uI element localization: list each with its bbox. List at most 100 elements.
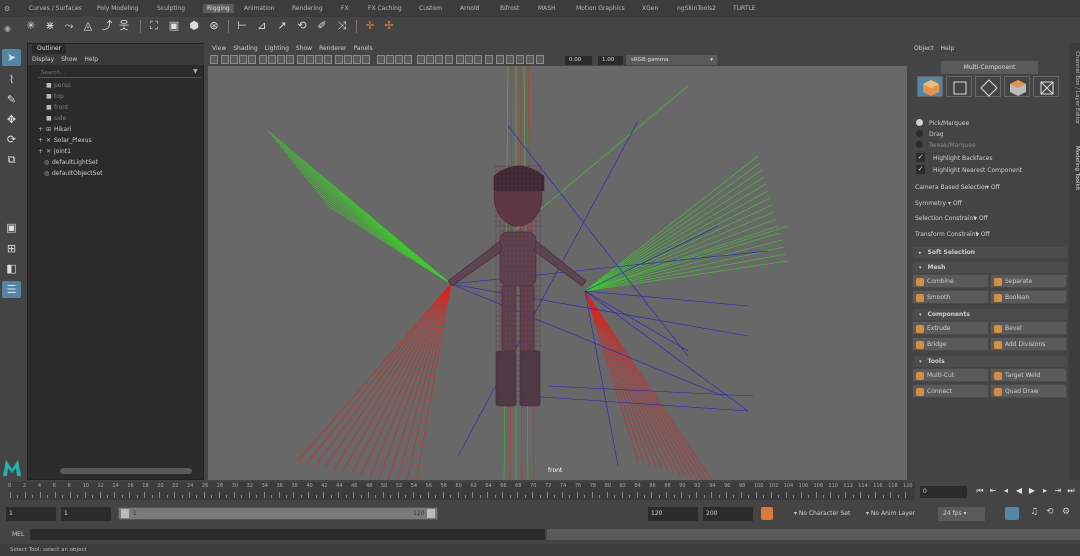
- viewport-toggle-icon[interactable]: [259, 55, 267, 64]
- time-slider[interactable]: 0 2 4 6 8 10 12 14 16 18 20 22 24 26 28 30 32 34 36 38 40 42 4…: [8, 482, 915, 500]
- viewport-menu-shading[interactable]: Shading: [233, 45, 257, 52]
- smooth-button[interactable]: Smooth: [912, 290, 989, 304]
- shelf-tab[interactable]: Sculpting: [157, 5, 185, 12]
- lasso-tool-icon[interactable]: ⌇: [2, 71, 21, 88]
- highlight-nearest-checkbox[interactable]: ✓: [916, 165, 925, 174]
- character-set-dropdown[interactable]: ▾ No Character Set: [789, 507, 855, 521]
- viewport-toggle-icon[interactable]: [516, 55, 524, 64]
- playback-end-field[interactable]: 120: [648, 507, 698, 521]
- viewport-toggle-icon[interactable]: [474, 55, 482, 64]
- outliner-menu-help[interactable]: Help: [84, 56, 98, 63]
- outliner-item[interactable]: ■ side: [46, 114, 66, 124]
- viewport-menu-lighting[interactable]: Lighting: [265, 45, 289, 52]
- sound-icon[interactable]: ♫: [1030, 507, 1038, 517]
- parent-constraint-icon[interactable]: ✐: [314, 18, 330, 34]
- settings-icon[interactable]: ⚙: [1062, 507, 1070, 517]
- mtk-menu-object[interactable]: Object: [914, 45, 934, 52]
- four-view-layout-icon[interactable]: ⊞: [2, 240, 21, 257]
- point-constraint-icon[interactable]: ↗: [274, 18, 290, 34]
- viewport-toggle-icon[interactable]: [426, 55, 434, 64]
- rotate-tool-icon[interactable]: ⟳: [2, 131, 21, 148]
- viewport-toggle-icon[interactable]: [506, 55, 514, 64]
- separate-button[interactable]: Separate: [990, 274, 1067, 288]
- anim-layer-dropdown[interactable]: ▾ No Anim Layer: [861, 507, 929, 521]
- viewport-toggle-icon[interactable]: [485, 55, 493, 64]
- viewport-toggle-icon[interactable]: [395, 55, 403, 64]
- outliner-item[interactable]: + ✕ joint1: [38, 147, 71, 157]
- gamma-field[interactable]: 1.00: [598, 56, 623, 65]
- outliner-tab[interactable]: Outliner: [32, 44, 67, 54]
- remove-influence-icon[interactable]: ✢: [381, 18, 397, 34]
- range-start-handle[interactable]: [121, 509, 129, 518]
- viewport[interactable]: front: [208, 66, 907, 480]
- shelf-tab[interactable]: Rendering: [292, 5, 323, 12]
- auto-key-icon[interactable]: [761, 507, 773, 520]
- expand-icon[interactable]: +: [38, 136, 46, 146]
- viewport-toggle-icon[interactable]: [526, 55, 534, 64]
- tweak-marquee-radio[interactable]: [916, 141, 923, 148]
- playback-start-field[interactable]: 1: [61, 507, 111, 521]
- bevel-button[interactable]: Bevel: [990, 321, 1067, 335]
- viewport-toggle-icon[interactable]: [324, 55, 332, 64]
- shelf-tab[interactable]: FX Caching: [368, 5, 402, 12]
- transform-constraint-value[interactable]: ▾ Off: [976, 231, 990, 238]
- tools-section[interactable]: Tools: [913, 356, 1067, 367]
- shelf-tab[interactable]: TURTLE: [733, 5, 756, 12]
- move-tool-icon[interactable]: ✥: [2, 111, 21, 128]
- multi-cut-button[interactable]: Multi-Cut: [912, 368, 989, 382]
- modeling-toolkit-tab[interactable]: Modeling Toolkit: [1069, 146, 1080, 190]
- viewport-toggle-icon[interactable]: [248, 55, 256, 64]
- persp-outliner-layout-icon[interactable]: ◧: [2, 260, 21, 277]
- viewport-toggle-icon[interactable]: [386, 55, 394, 64]
- go-to-start-icon[interactable]: ⏮: [975, 485, 985, 497]
- expand-icon[interactable]: +: [38, 147, 46, 157]
- bridge-button[interactable]: Bridge: [912, 337, 989, 351]
- highlight-backfaces-checkbox[interactable]: ✓: [916, 153, 925, 162]
- outliner-item[interactable]: ■ front: [46, 103, 68, 113]
- shelf-tab[interactable]: Bifrost: [500, 5, 519, 12]
- shelf-tab[interactable]: MASH: [538, 5, 556, 12]
- paint-weights-icon[interactable]: ▣: [166, 18, 182, 34]
- locator-icon[interactable]: ⊢: [234, 18, 250, 34]
- add-divisions-button[interactable]: Add Divisions: [990, 337, 1067, 351]
- viewport-toggle-icon[interactable]: [221, 55, 229, 64]
- viewport-toggle-icon[interactable]: [536, 55, 544, 64]
- expand-icon[interactable]: +: [38, 125, 46, 135]
- viewport-toggle-icon[interactable]: [496, 55, 504, 64]
- camera-based-selection-value[interactable]: ▾ Off: [986, 184, 1000, 191]
- outliner-item[interactable]: ■ top: [46, 92, 64, 102]
- outliner-item[interactable]: ■ persp: [46, 81, 71, 91]
- outliner-menu-display[interactable]: Display: [32, 56, 54, 63]
- orient-constraint-icon[interactable]: ⟲: [294, 18, 310, 34]
- selection-constraint-value[interactable]: ▾ Off: [974, 215, 988, 222]
- drag-radio[interactable]: [916, 130, 923, 137]
- vertex-mode-button[interactable]: [946, 76, 972, 97]
- current-frame-field[interactable]: 0: [920, 486, 967, 498]
- viewport-toggle-icon[interactable]: [377, 55, 385, 64]
- viewport-toggle-icon[interactable]: [297, 55, 305, 64]
- single-perspective-layout-icon[interactable]: ▣: [2, 219, 21, 236]
- viewport-toggle-icon[interactable]: [435, 55, 443, 64]
- object-mode-button[interactable]: [917, 76, 943, 97]
- outliner-search-input[interactable]: Search...: [38, 68, 201, 78]
- outliner-item[interactable]: + ✕ Solar_Plexus: [38, 136, 92, 146]
- mesh-section[interactable]: Mesh: [913, 262, 1067, 273]
- lattice-icon[interactable]: ⬢: [186, 18, 202, 34]
- add-influence-icon[interactable]: ✛: [362, 18, 378, 34]
- go-to-end-icon[interactable]: ⏭: [1066, 485, 1076, 497]
- mtk-menu-help[interactable]: Help: [941, 45, 955, 52]
- shelf-tab[interactable]: XGen: [642, 5, 658, 12]
- bind-skin-icon[interactable]: ⛶: [146, 18, 162, 34]
- shelf-tab[interactable]: Rigging: [203, 4, 234, 13]
- viewport-toggle-icon[interactable]: [230, 55, 238, 64]
- viewport-menu-panels[interactable]: Panels: [353, 45, 372, 52]
- range-slider[interactable]: 1 120: [118, 507, 438, 520]
- quad-draw-button[interactable]: Quad Draw: [990, 384, 1067, 398]
- orient-joint-icon[interactable]: ⤳: [61, 18, 77, 34]
- paint-select-icon[interactable]: ✎: [2, 91, 21, 108]
- viewport-toggle-icon[interactable]: [362, 55, 370, 64]
- shelf-tab[interactable]: Custom: [419, 5, 442, 12]
- viewport-scene[interactable]: front: [208, 66, 907, 480]
- multi-component-button[interactable]: Multi-Component: [941, 61, 1038, 74]
- shelf-tab[interactable]: ngSkinTools2: [677, 5, 716, 12]
